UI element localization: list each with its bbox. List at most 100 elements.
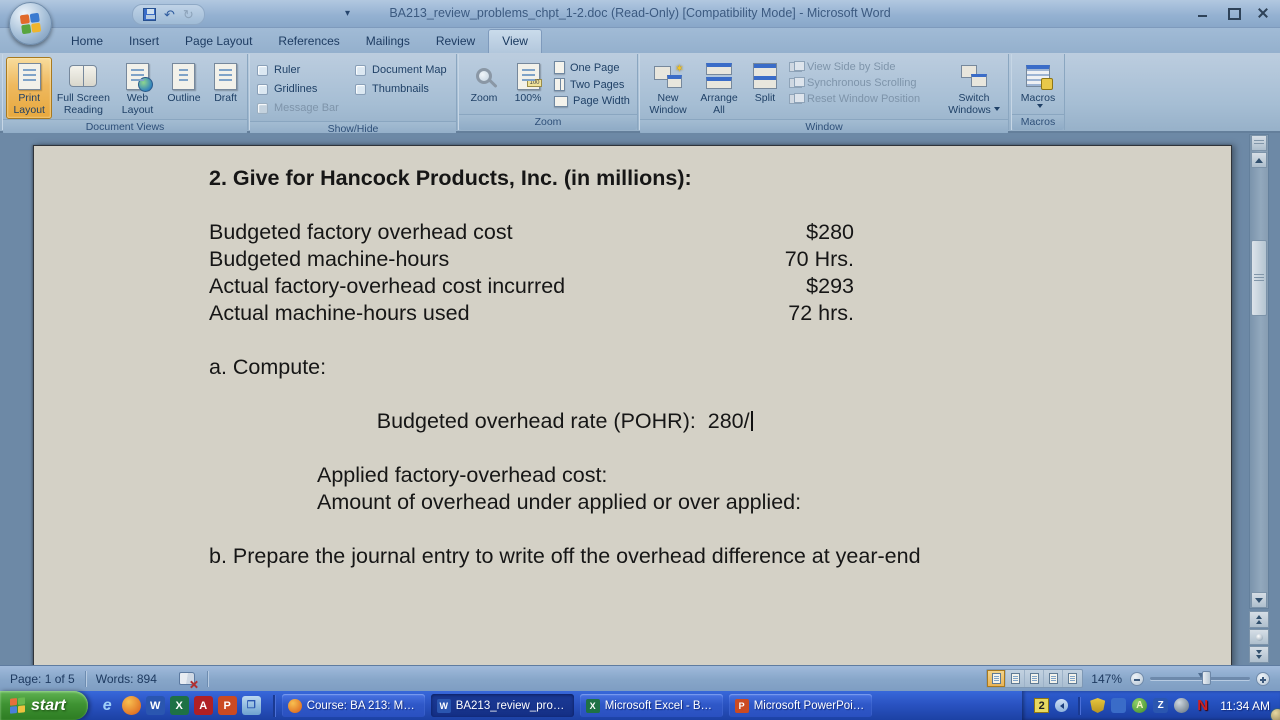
acrobat-icon[interactable]: A (194, 696, 213, 715)
web-layout-button[interactable]: Web Layout (114, 57, 160, 119)
zoom-level[interactable]: 147% (1091, 672, 1122, 686)
tray-globe-icon[interactable] (1270, 708, 1280, 720)
doc-row: Actual factory-overhead cost incurred $2… (209, 273, 854, 300)
excel-icon[interactable]: X (170, 696, 189, 715)
side-by-side-icon (789, 62, 802, 72)
zoom-slider-thumb[interactable] (1202, 671, 1211, 685)
minimize-button[interactable] (1196, 7, 1210, 19)
tab-view[interactable]: View (488, 29, 542, 53)
status-draft-button[interactable] (1063, 670, 1082, 687)
tab-references[interactable]: References (265, 30, 352, 53)
zoom-100-button[interactable]: 100 100% (506, 57, 550, 107)
draft-button[interactable]: Draft (207, 57, 244, 107)
zoom-button[interactable]: Zoom (462, 57, 506, 107)
zoom-out-button[interactable] (1130, 672, 1144, 686)
task-button-excel[interactable]: X Microsoft Excel - BA2... (580, 694, 723, 717)
word-icon[interactable]: W (146, 696, 165, 715)
switch-windows-button[interactable]: Switch Windows (943, 57, 1005, 119)
tray-orb-icon[interactable] (1174, 698, 1189, 713)
checkbox-thumbnails[interactable]: Thumbnails (355, 83, 449, 95)
quick-launch: e W X A P ❐ (88, 696, 269, 715)
close-button[interactable] (1256, 7, 1270, 19)
arrange-all-button[interactable]: Arrange All (693, 57, 745, 119)
full-screen-reading-button[interactable]: Full Screen Reading (52, 57, 114, 119)
scroll-up-button[interactable] (1251, 152, 1267, 168)
restore-button[interactable] (1226, 7, 1240, 19)
checkbox-document-map[interactable]: Document Map (355, 64, 449, 76)
checkbox-gridlines[interactable]: Gridlines (257, 83, 347, 95)
scrollbar-thumb[interactable] (1251, 240, 1267, 316)
new-window-button[interactable]: ✶ New Window (643, 57, 693, 119)
macros-icon (1026, 65, 1050, 87)
vertical-scrollbar[interactable] (1249, 134, 1269, 609)
redo-icon[interactable]: ↻ (183, 8, 194, 21)
word-count[interactable]: Words: 894 (86, 672, 167, 686)
ribbon: Print Layout Full Screen Reading Web Lay… (0, 53, 1280, 133)
task-button-powerpoint[interactable]: P Microsoft PowerPoint ... (729, 694, 872, 717)
print-layout-button[interactable]: Print Layout (6, 57, 52, 119)
checkbox-ruler[interactable]: Ruler (257, 64, 347, 76)
zoom-in-button[interactable] (1256, 672, 1270, 686)
select-browse-object-button[interactable] (1249, 629, 1269, 646)
ribbon-tab-bar: Home Insert Page Layout References Maili… (0, 28, 1280, 53)
task-button-browser[interactable]: Course: BA 213: Man... (282, 694, 425, 717)
split-button[interactable]: Split (745, 57, 785, 107)
macros-button[interactable]: Macros (1015, 57, 1061, 111)
row-label: Actual machine-hours used (209, 300, 470, 327)
tray-agent-icon[interactable]: A (1132, 698, 1147, 713)
one-page-button[interactable]: One Page (552, 61, 632, 74)
row-value: 70 Hrs. (785, 246, 854, 273)
tab-home[interactable]: Home (58, 30, 116, 53)
ruler-toggle-button[interactable] (1251, 135, 1267, 151)
status-outline-button[interactable] (1044, 670, 1063, 687)
powerpoint-icon[interactable]: P (218, 696, 237, 715)
magnifier-icon (476, 68, 492, 84)
view-side-by-side-button: View Side by Side (787, 61, 941, 73)
draft-icon (214, 63, 237, 90)
tab-mailings[interactable]: Mailings (353, 30, 423, 53)
qat-customize-icon[interactable]: ▾ (345, 8, 350, 19)
page-indicator[interactable]: Page: 1 of 5 (0, 672, 85, 686)
office-logo-icon (20, 13, 41, 34)
group-label-zoom: Zoom (459, 114, 637, 130)
tab-page-layout[interactable]: Page Layout (172, 30, 265, 53)
arrow-up-icon (1255, 158, 1263, 163)
status-full-screen-button[interactable] (1006, 670, 1025, 687)
internet-explorer-icon[interactable]: e (98, 696, 117, 715)
office-button[interactable] (9, 2, 52, 45)
tray-antivirus-shield-icon[interactable] (1090, 698, 1105, 713)
star-icon: ✶ (675, 64, 684, 74)
scroll-down-button[interactable] (1251, 592, 1267, 608)
tray-tools-icon[interactable] (1111, 698, 1126, 713)
print-layout-icon (992, 673, 1001, 684)
page-width-button[interactable]: Page Width (552, 95, 632, 107)
previous-page-button[interactable] (1249, 611, 1269, 628)
tray-netware-icon[interactable]: N (1195, 698, 1210, 713)
system-tray: 2 A Z N 11:34 AM (1022, 691, 1280, 720)
status-print-layout-button[interactable] (987, 670, 1006, 687)
tab-review[interactable]: Review (423, 30, 488, 53)
taskbar-clock: 11:34 AM (1220, 699, 1270, 713)
compute-line-pohr: Budgeted overhead rate (POHR): 280/ (209, 381, 1231, 462)
zoom-slider-track[interactable] (1150, 677, 1250, 680)
notification-count-icon[interactable]: 2 (1034, 698, 1049, 713)
save-icon[interactable] (143, 8, 156, 21)
status-web-layout-button[interactable] (1025, 670, 1044, 687)
tray-z-icon[interactable]: Z (1153, 698, 1168, 713)
quick-access-toolbar: ↶ ↻ (132, 4, 205, 25)
proofing-error-icon[interactable] (179, 672, 195, 685)
outline-button[interactable]: Outline (161, 57, 207, 107)
firefox-icon[interactable] (122, 696, 141, 715)
task-button-word[interactable]: W BA213_review_probl... (431, 694, 574, 717)
show-desktop-icon[interactable]: ❐ (242, 696, 261, 715)
two-pages-button[interactable]: Two Pages (552, 78, 632, 91)
document-page[interactable]: 2. Give for Hancock Products, Inc. (in m… (33, 145, 1232, 665)
new-window-icon: ✶ (654, 64, 682, 88)
hide-icons-chevron[interactable] (1055, 699, 1068, 712)
checkbox-icon (355, 84, 366, 95)
tab-insert[interactable]: Insert (116, 30, 172, 53)
start-button[interactable]: start (0, 691, 88, 720)
undo-icon[interactable]: ↶ (164, 8, 175, 21)
windows-logo-icon (10, 697, 25, 714)
next-page-button[interactable] (1249, 646, 1269, 663)
